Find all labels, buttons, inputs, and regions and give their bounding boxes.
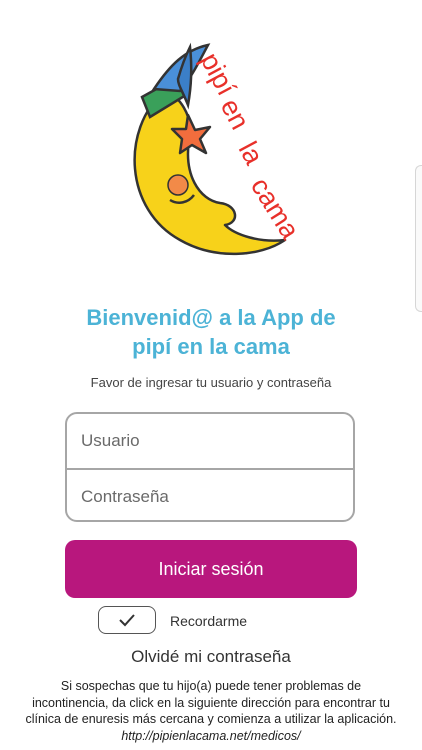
clinic-info-message: Si sospechas que tu hijo(a) puede tener …	[25, 679, 397, 726]
username-input[interactable]	[67, 414, 353, 468]
svg-text:en: en	[215, 94, 256, 135]
login-form	[65, 412, 355, 522]
remember-label: Recordarme	[170, 613, 248, 629]
svg-text:la: la	[233, 137, 270, 171]
password-input[interactable]	[67, 470, 353, 520]
welcome-title: Bienvenid@ a la App de pipí en la cama	[0, 303, 422, 361]
moon-wizard-logo-icon: pipí en la cama	[133, 42, 306, 256]
welcome-line-1: Bienvenid@ a la App de	[86, 305, 336, 330]
svg-text:cama: cama	[245, 172, 306, 245]
login-instructions: Favor de ingresar tu usuario y contraseñ…	[90, 375, 332, 390]
check-icon	[119, 614, 135, 627]
login-button[interactable]: Iniciar sesión	[65, 540, 357, 598]
welcome-line-2: pipí en la cama	[132, 334, 290, 359]
remember-checkbox[interactable]	[98, 606, 156, 634]
app-logo: pipí en la cama	[120, 35, 310, 270]
scroll-edge-handle[interactable]	[415, 165, 422, 312]
clinic-link[interactable]: http://pipienlacama.net/medicos/	[121, 729, 300, 743]
clinic-info-text: Si sospechas que tu hijo(a) puede tener …	[25, 678, 397, 744]
forgot-password-link[interactable]: Olvidé mi contraseña	[0, 647, 422, 667]
